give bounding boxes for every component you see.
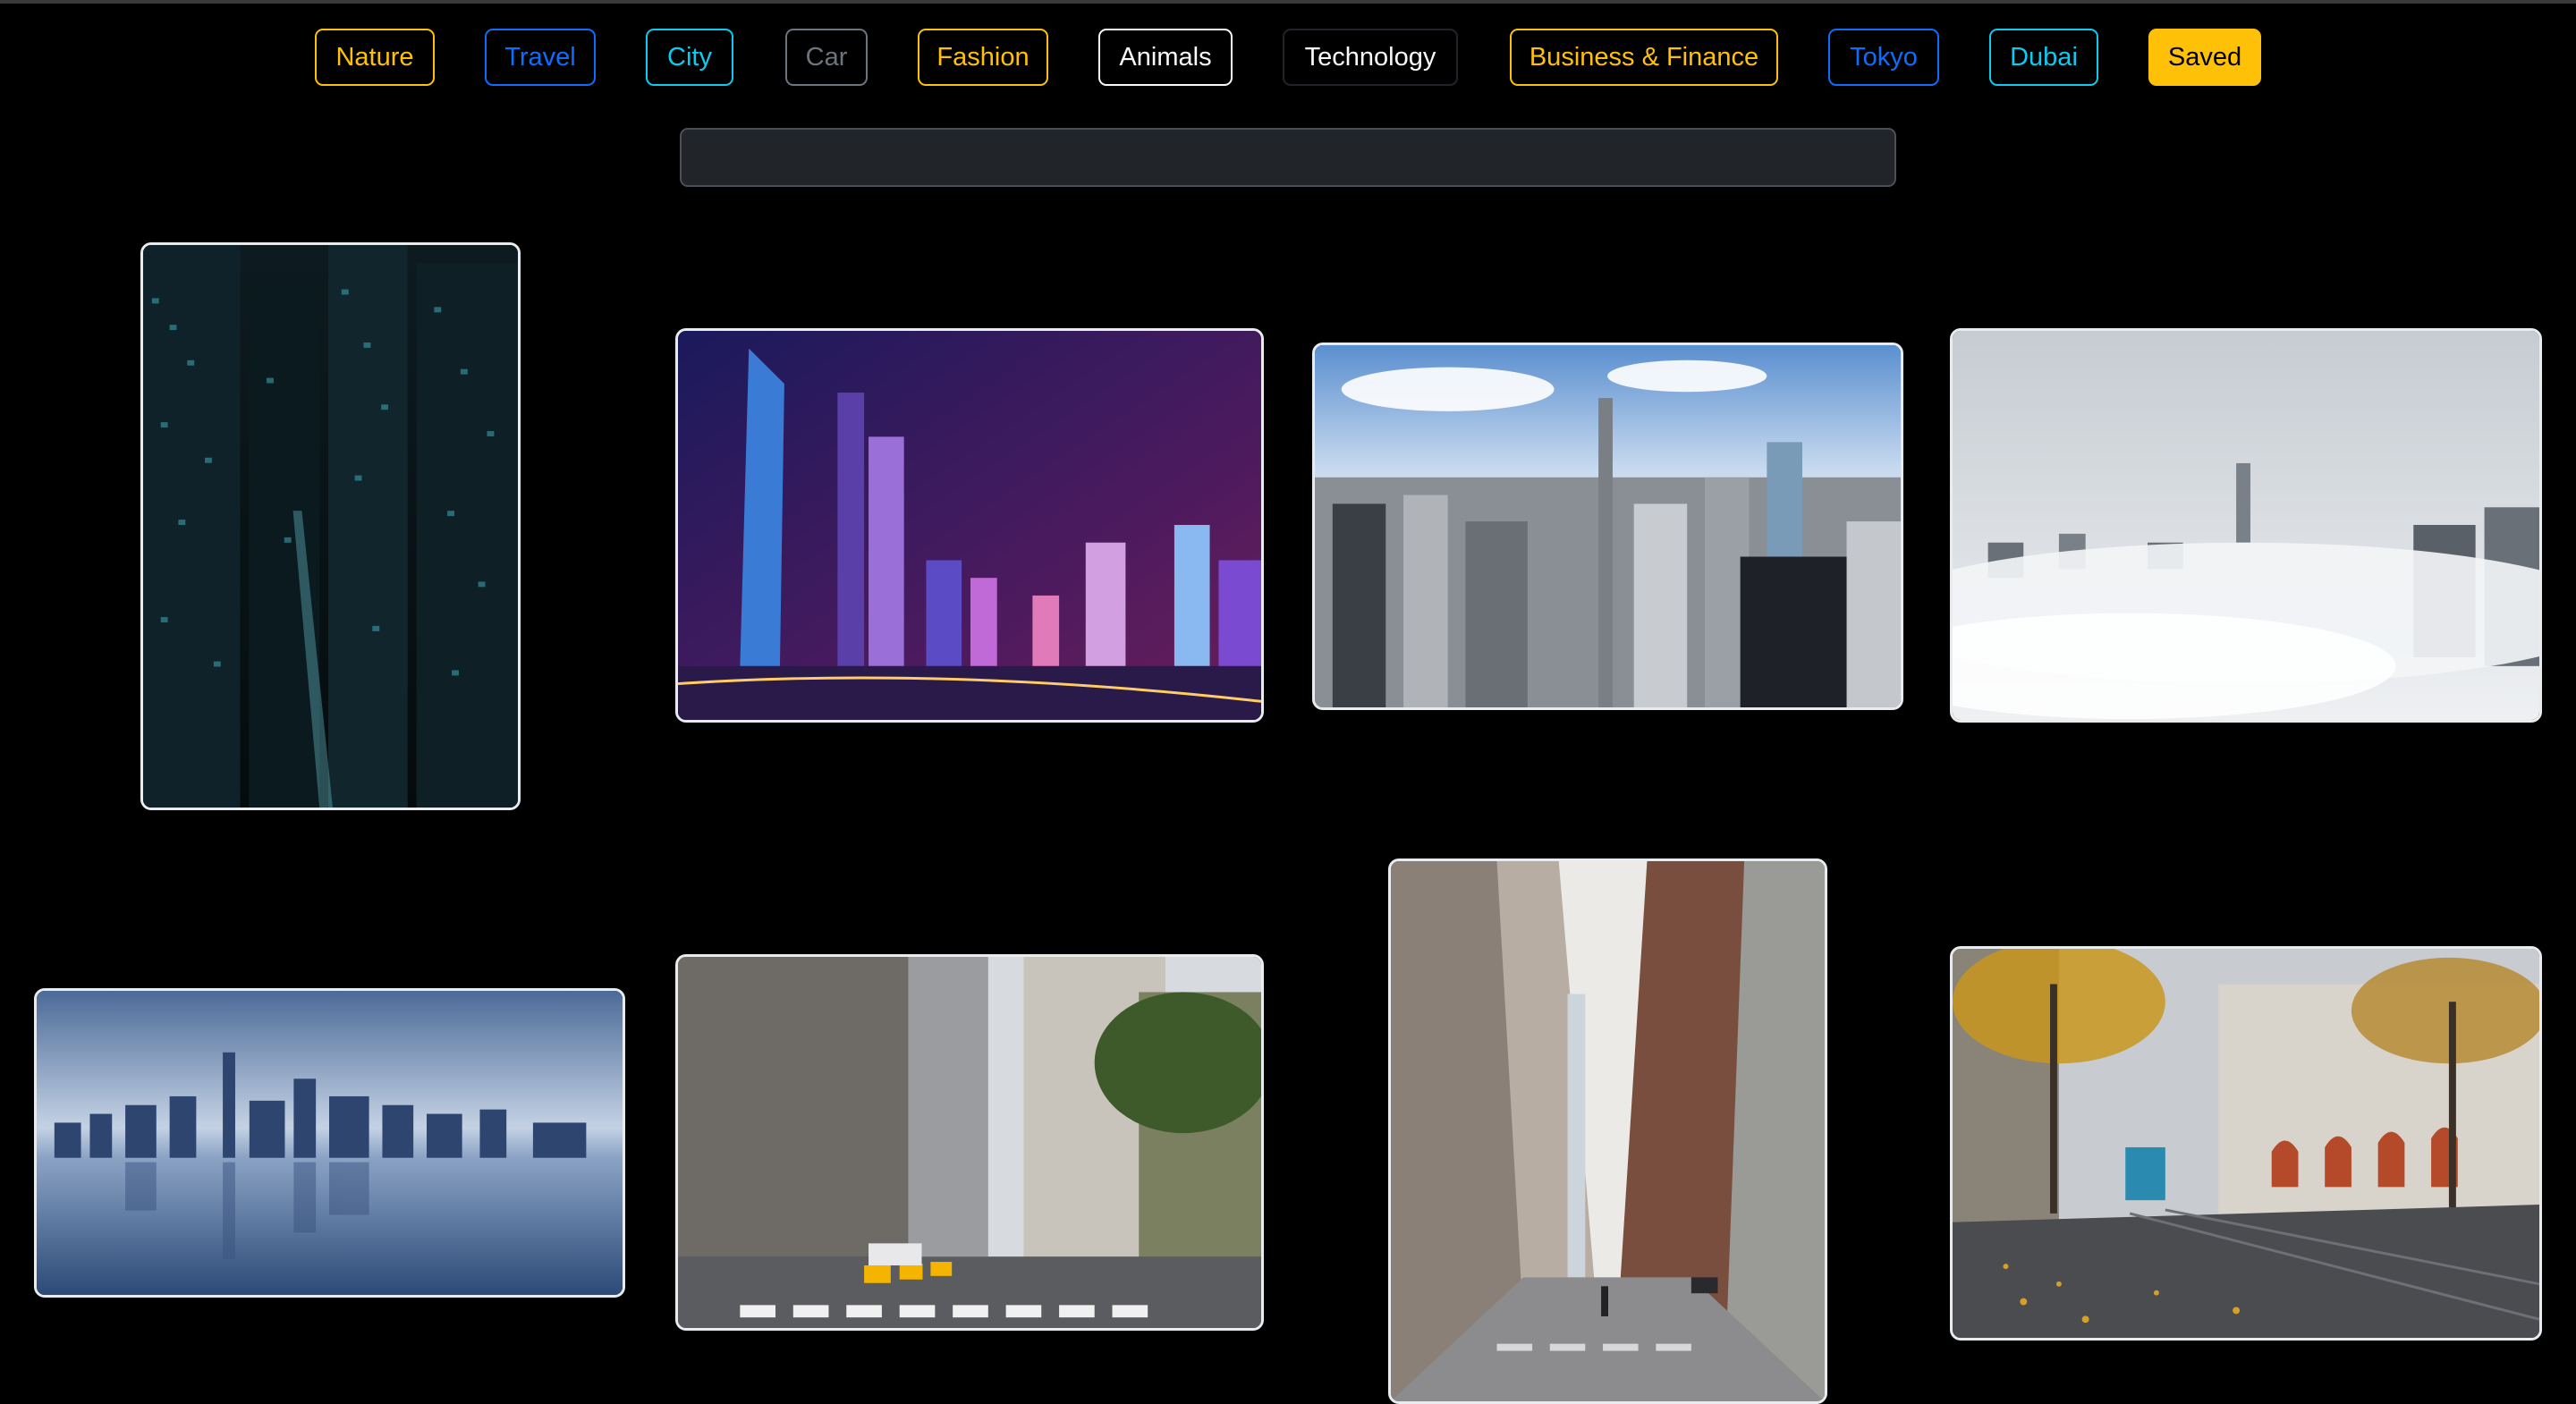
window-top-border [0, 0, 2576, 4]
gallery-card[interactable] [1312, 343, 1903, 710]
filter-button-travel[interactable]: Travel [485, 29, 596, 86]
city-image-aerial-manhattan [1315, 345, 1901, 707]
city-image-avenue-crosswalk [678, 957, 1261, 1328]
gallery-card[interactable] [1950, 328, 2542, 723]
city-image-skyline-reflection [37, 991, 623, 1295]
filter-button-animals[interactable]: Animals [1098, 29, 1233, 86]
filter-button-technology[interactable]: Technology [1283, 29, 1458, 86]
gallery-card[interactable] [34, 988, 625, 1298]
gallery-card[interactable] [1388, 858, 1827, 1404]
city-image-street-canyon [1391, 861, 1825, 1401]
city-image-towers-in-fog [1953, 331, 2539, 720]
city-image-dark-skyscrapers [143, 245, 518, 808]
filter-button-nature[interactable]: Nature [315, 29, 435, 86]
city-image-night-skyline [678, 331, 1261, 720]
filter-button-business-finance[interactable]: Business & Finance [1510, 29, 1778, 86]
gallery-card[interactable] [140, 242, 521, 810]
filter-button-city[interactable]: City [646, 29, 733, 86]
filter-button-saved[interactable]: Saved [2148, 29, 2261, 86]
search-input[interactable] [680, 128, 1896, 187]
category-filter-bar: Nature Travel City Car Fashion Animals T… [0, 29, 2576, 89]
city-image-tram-autumn-street [1953, 949, 2539, 1338]
filter-button-dubai[interactable]: Dubai [1989, 29, 2098, 86]
filter-button-fashion[interactable]: Fashion [918, 29, 1048, 86]
filter-button-tokyo[interactable]: Tokyo [1828, 29, 1939, 86]
gallery-card[interactable] [675, 328, 1264, 723]
gallery-card[interactable] [675, 954, 1264, 1331]
filter-button-car[interactable]: Car [785, 29, 868, 86]
gallery-card[interactable] [1950, 946, 2542, 1341]
